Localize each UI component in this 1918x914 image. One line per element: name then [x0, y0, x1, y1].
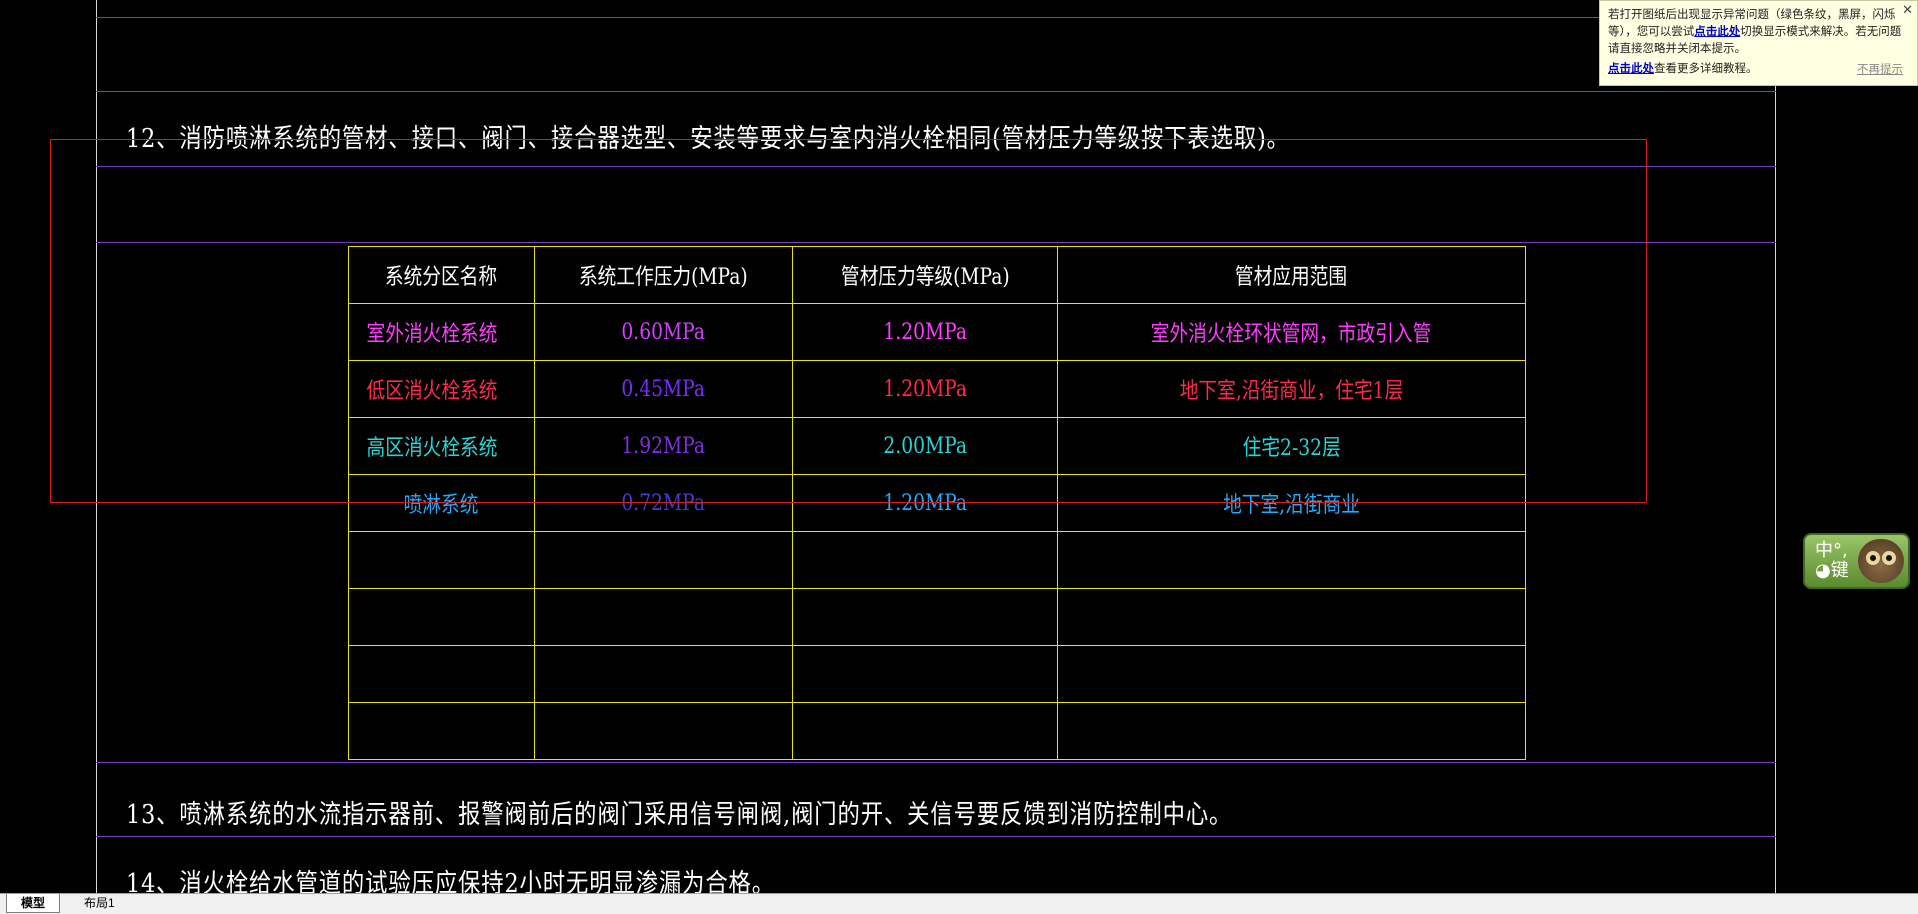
selection-rectangle[interactable]	[50, 139, 1647, 503]
close-icon[interactable]: ✕	[1902, 1, 1913, 18]
table-cell	[534, 702, 793, 760]
table-cell	[792, 645, 1058, 703]
table-cell	[534, 531, 793, 589]
table-cell	[348, 645, 535, 703]
table-cell	[1057, 702, 1526, 760]
guide-line	[96, 762, 1776, 763]
guide-line	[96, 836, 1776, 837]
table-cell	[1057, 588, 1526, 646]
ime-label-bottom: ◕键	[1815, 560, 1849, 581]
guide-line	[96, 91, 1776, 92]
display-issue-tip: ✕ 若打开图纸后出现显示异常问题（绿色条纹，黑屏，闪烁等），您可以尝试点击此处切…	[1599, 0, 1918, 86]
table-cell	[534, 588, 793, 646]
tutorial-link[interactable]: 点击此处	[1608, 63, 1654, 75]
tip-text: 查看更多详细教程。	[1654, 63, 1758, 75]
table-cell	[792, 531, 1058, 589]
table-cell	[1057, 531, 1526, 589]
do-not-show-again-link[interactable]: 不再提示	[1857, 62, 1903, 79]
table-row-empty	[348, 702, 1526, 760]
table-row-empty	[348, 531, 1526, 589]
note-13: 13、喷淋系统的水流指示器前、报警阀前后的阀门采用信号闸阀,阀门的开、关信号要反…	[126, 800, 1233, 830]
drawing-border-right	[1775, 0, 1776, 893]
switch-display-mode-link[interactable]: 点击此处	[1694, 26, 1740, 38]
tab-model[interactable]: 模型	[6, 894, 61, 913]
table-row-empty	[348, 588, 1526, 646]
guide-line	[96, 17, 1776, 18]
layout-tab-bar: 模型 布局1	[0, 893, 1918, 914]
ime-mode-indicator[interactable]: 中°, ◕键	[1815, 541, 1849, 581]
table-cell	[348, 702, 535, 760]
table-cell	[1057, 645, 1526, 703]
cad-drawing-canvas[interactable]: 12、消防喷淋系统的管材、接口、阀门、接合器选型、安装等要求与室内消火栓相同(管…	[0, 0, 1918, 913]
tab-layout1[interactable]: 布局1	[70, 894, 129, 912]
ime-label-top: 中°,	[1815, 540, 1848, 561]
table-cell	[348, 588, 535, 646]
table-cell	[348, 531, 535, 589]
table-cell	[792, 702, 1058, 760]
owl-mascot-icon	[1858, 539, 1904, 583]
table-cell	[792, 588, 1058, 646]
table-cell	[534, 645, 793, 703]
table-row-empty	[348, 645, 1526, 703]
ime-toolbar[interactable]: 中°, ◕键	[1803, 533, 1910, 589]
tip-message: 若打开图纸后出现显示异常问题（绿色条纹，黑屏，闪烁等），您可以尝试点击此处切换显…	[1608, 7, 1909, 58]
